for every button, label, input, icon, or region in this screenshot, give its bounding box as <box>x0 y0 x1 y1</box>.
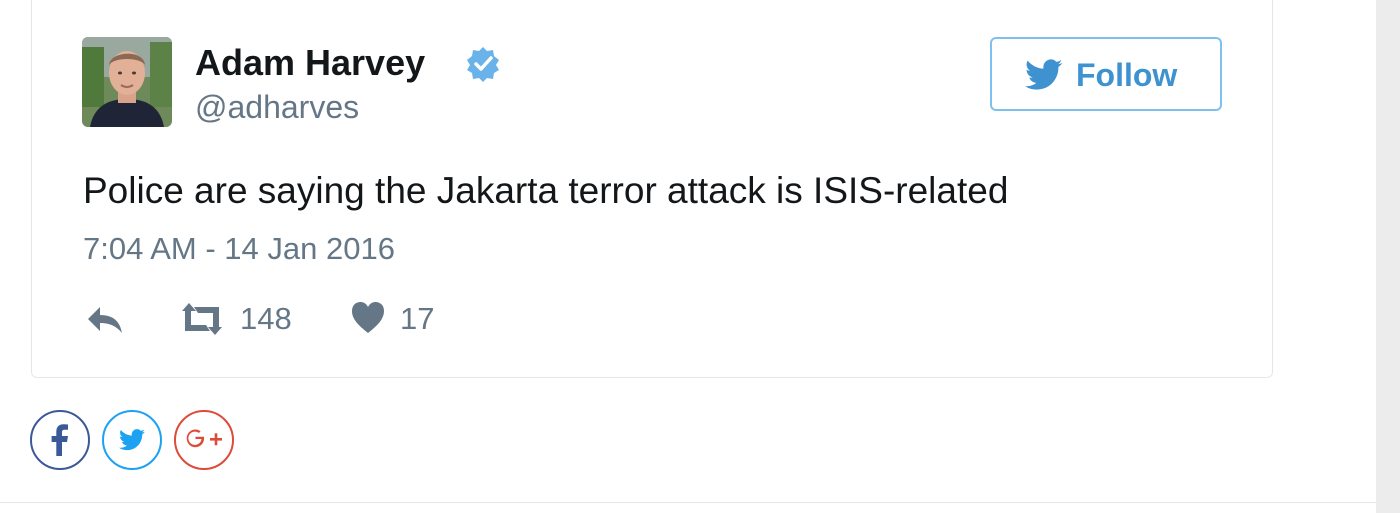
divider <box>0 502 1376 503</box>
retweet-icon <box>182 303 222 335</box>
verified-badge-icon <box>467 47 499 82</box>
facebook-icon <box>51 424 68 456</box>
embedded-tweet-card: Adam Harvey @adharves Follow Police are … <box>31 0 1273 378</box>
twitter-share-button[interactable] <box>102 410 162 470</box>
facebook-share-button[interactable] <box>30 410 90 470</box>
author-name[interactable]: Adam Harvey <box>195 41 425 85</box>
google-plus-share-button[interactable] <box>174 410 234 470</box>
like-button[interactable]: 17 <box>350 299 450 339</box>
reply-icon <box>88 307 122 333</box>
retweet-button[interactable]: 148 <box>178 299 308 339</box>
follow-label: Follow <box>1076 57 1178 93</box>
tweet-timestamp[interactable]: 7:04 AM - 14 Jan 2016 <box>83 231 395 267</box>
twitter-bird-icon <box>1025 59 1063 90</box>
reply-button[interactable] <box>84 299 128 339</box>
avatar[interactable] <box>82 37 172 127</box>
google-plus-icon <box>186 429 222 448</box>
follow-button[interactable]: Follow <box>990 37 1222 111</box>
twitter-icon <box>119 429 145 451</box>
scrollbar-track[interactable] <box>1376 0 1400 513</box>
author-handle[interactable]: @adharves <box>195 87 359 127</box>
retweet-count: 148 <box>240 301 292 336</box>
like-count: 17 <box>400 301 435 336</box>
heart-icon <box>352 302 384 333</box>
tweet-text: Police are saying the Jakarta terror att… <box>83 170 1009 211</box>
